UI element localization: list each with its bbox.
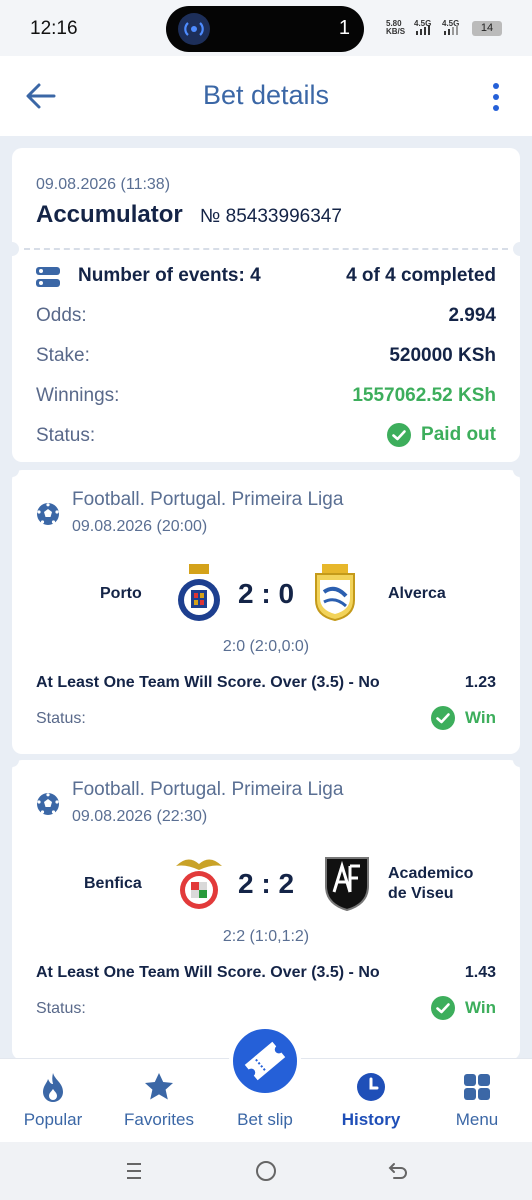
- bet-slip-button[interactable]: [229, 1025, 301, 1097]
- event-status-value: Win: [464, 708, 496, 727]
- menu-lines-icon: [127, 1163, 141, 1179]
- bet-date: 09.08.2026 (11:38): [36, 176, 171, 193]
- star-icon: [143, 1071, 175, 1103]
- event-status-label: Status:: [36, 710, 86, 727]
- battery-icon: 14: [472, 21, 502, 36]
- away-team-name-line1: Academico: [388, 865, 474, 882]
- market-odds: 1.43: [464, 964, 496, 981]
- ticket-icon: [244, 1041, 286, 1081]
- page-title: Bet details: [202, 80, 330, 110]
- bet-summary-card: 09.08.2026 (11:38) Accumulator № 8543399…: [5, 148, 527, 462]
- event-league[interactable]: Football. Portugal. Primeira Liga: [72, 489, 343, 511]
- events-row[interactable]: Number of events: 4 4 of 4 completed: [36, 265, 496, 289]
- winnings-row: Winnings: 1557062.52 KSh: [36, 385, 496, 409]
- event-date: 09.08.2026 (20:00): [72, 518, 208, 535]
- event-card[interactable]: Football. Portugal. Primeira Liga 09.08.…: [5, 463, 527, 754]
- system-status-bar: 12:16 1 5.80 KB/S 4.5G 4.5G 14: [0, 0, 532, 56]
- events-count: Number of events: 4: [78, 265, 261, 286]
- status-value: Paid out: [421, 424, 496, 445]
- event-status-badge: Win: [430, 996, 496, 1022]
- back-arrow-icon: [388, 1163, 407, 1179]
- ticket-notch: [513, 463, 527, 477]
- notification-count: 1: [338, 17, 350, 39]
- ticket-notch: [513, 242, 527, 256]
- winnings-value: 1557062.52 KSh: [352, 385, 496, 406]
- market-odds: 1.23: [464, 674, 496, 691]
- net-speed-unit: KB/S: [386, 27, 406, 36]
- away-team-name: Academico de Viseu: [388, 864, 473, 904]
- app-header: Bet details: [0, 56, 532, 136]
- event-league[interactable]: Football. Portugal. Primeira Liga: [72, 779, 343, 801]
- bet-type: Accumulator: [36, 201, 183, 228]
- system-back-button[interactable]: [386, 1159, 410, 1183]
- ticket-notch: [5, 242, 19, 256]
- signal-icon: 4.5G: [442, 18, 468, 36]
- academico-crest-icon: [322, 852, 372, 912]
- ticket-notch: [513, 753, 527, 767]
- event-card[interactable]: Football. Portugal. Primeira Liga 09.08.…: [5, 753, 527, 1060]
- stake-row: Stake: 520000 KSh: [36, 345, 496, 369]
- odds-value: 2.994: [448, 305, 496, 326]
- check-circle-icon: [430, 706, 455, 730]
- system-navigation-bar: [0, 1142, 532, 1200]
- odds-label: Odds:: [36, 305, 87, 326]
- home-button[interactable]: [254, 1159, 278, 1183]
- signal-icon: 4.5G: [414, 18, 440, 36]
- status-label: Status:: [36, 425, 96, 446]
- stake-label: Stake:: [36, 345, 90, 366]
- winnings-label: Winnings:: [36, 385, 120, 406]
- broadcast-icon: [178, 13, 210, 45]
- event-status-value: Win: [464, 998, 496, 1017]
- dynamic-island[interactable]: 1: [166, 6, 364, 52]
- grid-icon: [461, 1071, 493, 1103]
- ticket-notch: [5, 753, 19, 767]
- battery-level: 14: [480, 22, 494, 34]
- away-team-name-line2: de Viseu: [388, 885, 454, 902]
- divider: [24, 248, 508, 250]
- status-time: 12:16: [30, 18, 78, 39]
- circle-icon: [256, 1161, 276, 1181]
- market-name: At Least One Team Will Score. Over (3.5)…: [36, 674, 380, 691]
- check-circle-icon: [387, 423, 412, 447]
- events-completed: 4 of 4 completed: [346, 265, 496, 286]
- more-options-button[interactable]: [484, 80, 508, 114]
- status-badge: Paid out: [387, 423, 496, 449]
- period-scores: 2:2 (1:0,1:2): [222, 928, 310, 945]
- ticket-notch: [5, 463, 19, 477]
- clock-icon: [355, 1071, 387, 1103]
- bet-number: № 85433996347: [200, 206, 342, 227]
- check-circle-icon: [430, 996, 455, 1020]
- football-icon: [36, 792, 60, 816]
- nav-label: History: [341, 1110, 401, 1129]
- flame-icon: [37, 1071, 69, 1103]
- list-icon: [36, 266, 60, 288]
- nav-label: Bet slip: [237, 1110, 293, 1129]
- period-scores: 2:0 (2:0,0:0): [222, 638, 310, 655]
- status-row: Status: Paid out: [36, 423, 496, 449]
- nav-popular[interactable]: Popular: [0, 1059, 106, 1143]
- event-date: 09.08.2026 (22:30): [72, 808, 208, 825]
- odds-row: Odds: 2.994: [36, 305, 496, 329]
- event-status-badge: Win: [430, 706, 496, 732]
- network-speed: 5.80 KB/S: [386, 20, 405, 36]
- alverca-crest-icon: [310, 562, 360, 622]
- nav-favorites[interactable]: Favorites: [106, 1059, 212, 1143]
- nav-menu[interactable]: Menu: [424, 1059, 530, 1143]
- nav-label: Favorites: [124, 1110, 194, 1129]
- football-icon: [36, 502, 60, 526]
- more-vertical-icon: [493, 83, 499, 111]
- nav-history[interactable]: History: [318, 1059, 424, 1143]
- market-name: At Least One Team Will Score. Over (3.5)…: [36, 964, 380, 981]
- nav-label: Menu: [455, 1110, 499, 1129]
- nav-label: Popular: [23, 1110, 83, 1129]
- stake-value: 520000 KSh: [389, 345, 496, 366]
- event-status-label: Status:: [36, 1000, 86, 1017]
- recent-apps-button[interactable]: [122, 1159, 146, 1183]
- away-team-name: Alverca: [388, 585, 446, 602]
